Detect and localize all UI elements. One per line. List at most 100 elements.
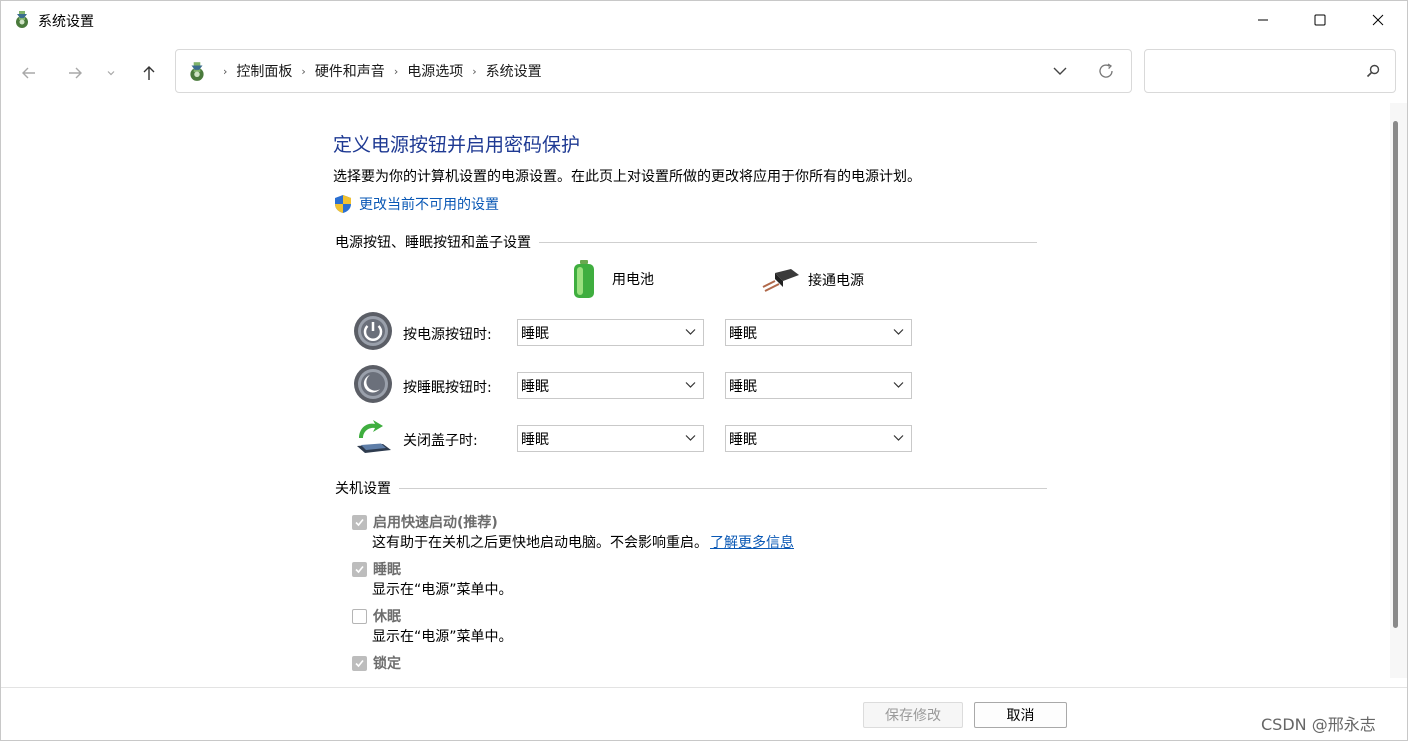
shutdown-section-title: 关机设置 [335,481,391,497]
control-panel-icon [190,62,204,81]
back-button[interactable] [15,59,43,87]
window-title: 系统设置 [38,14,94,30]
breadcrumb-item[interactable]: 系统设置 [486,61,542,81]
control-panel-icon [16,11,28,28]
scrollbar-thumb[interactable] [1393,121,1398,628]
checkmark-icon [355,518,364,526]
sleep-button-icon [354,365,392,403]
minimize-icon [1258,19,1268,21]
power-button-icon [354,312,392,350]
select-value: 睡眠 [729,325,757,342]
chevron-down-icon [893,435,904,441]
footer-bar: 保存修改 取消 [1,687,1407,740]
checkmark-icon [355,659,364,667]
learn-more-link[interactable]: 了解更多信息 [710,535,794,551]
breadcrumb-separator[interactable]: › [301,65,305,78]
power-button-plugged-select[interactable]: 睡眠 [725,319,912,346]
lock-checkbox[interactable] [352,655,367,671]
breadcrumb-separator[interactable]: › [394,65,398,78]
chevron-down-icon [685,435,696,441]
change-settings-link-text[interactable]: 更改当前不可用的设置 [359,194,499,214]
chevron-down-icon [893,382,904,388]
watermark: CSDN @邢永志 [1261,715,1376,734]
select-value: 睡眠 [521,378,549,395]
shutdown-section-header: 关机设置 [335,478,1047,498]
section-divider [399,487,1047,489]
hibernate-label: 休眠 [373,609,401,625]
breadcrumb-separator[interactable]: › [223,65,227,78]
battery-column-label: 用电池 [612,272,654,288]
sleep-button-label: 按睡眠按钮时: [403,380,492,396]
power-button-battery-select[interactable]: 睡眠 [517,319,704,346]
search-icon [1366,64,1380,78]
checkmark-icon [355,565,364,573]
maximize-icon [1314,14,1326,26]
minimize-button[interactable] [1234,1,1292,39]
battery-icon [574,260,594,298]
refresh-icon[interactable] [1096,61,1116,81]
up-button[interactable] [135,59,163,87]
main-content: 定义电源按钮并启用密码保护 选择要为你的计算机设置的电源设置。在此页上对设置所做… [1,103,1391,687]
sleep-description: 显示在“电源”菜单中。 [372,582,513,598]
breadcrumb-item[interactable]: 硬件和声音 [315,61,385,81]
select-value: 睡眠 [521,431,549,448]
arrow-left-icon [22,67,35,79]
close-lid-battery-select[interactable]: 睡眠 [517,425,704,452]
sleep-checkbox[interactable] [352,561,367,577]
fast-startup-description-text: 这有助于在关机之后更快地启动电脑。不会影响重启。 [372,535,708,551]
power-buttons-section-title: 电源按钮、睡眠按钮和盖子设置 [335,235,531,251]
close-lid-plugged-select[interactable]: 睡眠 [725,425,912,452]
address-bar[interactable]: › 控制面板 › 硬件和声音 › 电源选项 › 系统设置 [175,49,1132,93]
select-value: 睡眠 [729,431,757,448]
chevron-down-icon[interactable] [1050,61,1070,81]
uac-shield-icon [335,195,351,213]
maximize-button[interactable] [1291,1,1349,39]
laptop-lid-icon [357,420,391,453]
search-input[interactable] [1144,49,1396,93]
fast-startup-checkbox[interactable] [352,514,367,530]
close-button[interactable] [1349,1,1407,39]
cancel-button[interactable]: 取消 [974,702,1067,728]
fast-startup-checkbox-row: 启用快速启动(推荐) [352,512,498,532]
close-icon [1372,14,1384,26]
sleep-label: 睡眠 [373,562,401,578]
sleep-checkbox-row: 睡眠 [352,559,401,579]
fast-startup-description: 这有助于在关机之后更快地启动电脑。不会影响重启。 了解更多信息 [372,532,794,552]
chevron-down-icon [107,71,115,76]
chevron-down-icon [685,382,696,388]
arrow-up-icon [143,66,155,80]
forward-button[interactable] [61,59,89,87]
navigation-bar: › 控制面板 › 硬件和声音 › 电源选项 › 系统设置 [1,39,1407,103]
breadcrumb-item[interactable]: 控制面板 [236,61,292,81]
recent-locations-button[interactable] [99,59,123,87]
select-value: 睡眠 [521,325,549,342]
power-plug-icon [762,269,799,292]
hibernate-description: 显示在“电源”菜单中。 [372,629,513,645]
sleep-button-battery-select[interactable]: 睡眠 [517,372,704,399]
lock-checkbox-row: 锁定 [352,653,401,673]
plugged-in-column-header: 接通电源 [761,267,864,293]
page-description: 选择要为你的计算机设置的电源设置。在此页上对设置所做的更改将应用于你所有的电源计… [333,169,921,185]
system-settings-window: 系统设置 › 控制面板 › 硬件和声音 › 电源选项 › 系统设置 定义电源按钮… [0,0,1408,741]
change-settings-link[interactable]: 更改当前不可用的设置 [333,193,499,215]
breadcrumb: › 控制面板 › 硬件和声音 › 电源选项 › 系统设置 [214,50,542,92]
sleep-button-plugged-select[interactable]: 睡眠 [725,372,912,399]
hibernate-checkbox-row: 休眠 [352,606,401,626]
save-changes-button[interactable]: 保存修改 [863,702,963,728]
breadcrumb-item[interactable]: 电源选项 [407,61,463,81]
power-buttons-section-header: 电源按钮、睡眠按钮和盖子设置 [335,232,1037,252]
arrow-right-icon [69,67,82,79]
plugged-in-column-label: 接通电源 [808,273,864,289]
chevron-down-icon [685,329,696,335]
section-divider [539,241,1037,243]
fast-startup-label: 启用快速启动(推荐) [373,515,498,531]
lock-label: 锁定 [373,656,401,672]
page-title: 定义电源按钮并启用密码保护 [333,134,581,156]
close-lid-label: 关闭盖子时: [403,433,478,449]
select-value: 睡眠 [729,378,757,395]
title-bar: 系统设置 [1,1,1407,39]
power-button-label: 按电源按钮时: [403,327,492,343]
breadcrumb-separator[interactable]: › [472,65,476,78]
hibernate-checkbox[interactable] [352,608,367,624]
battery-column-header: 用电池 [571,259,654,299]
